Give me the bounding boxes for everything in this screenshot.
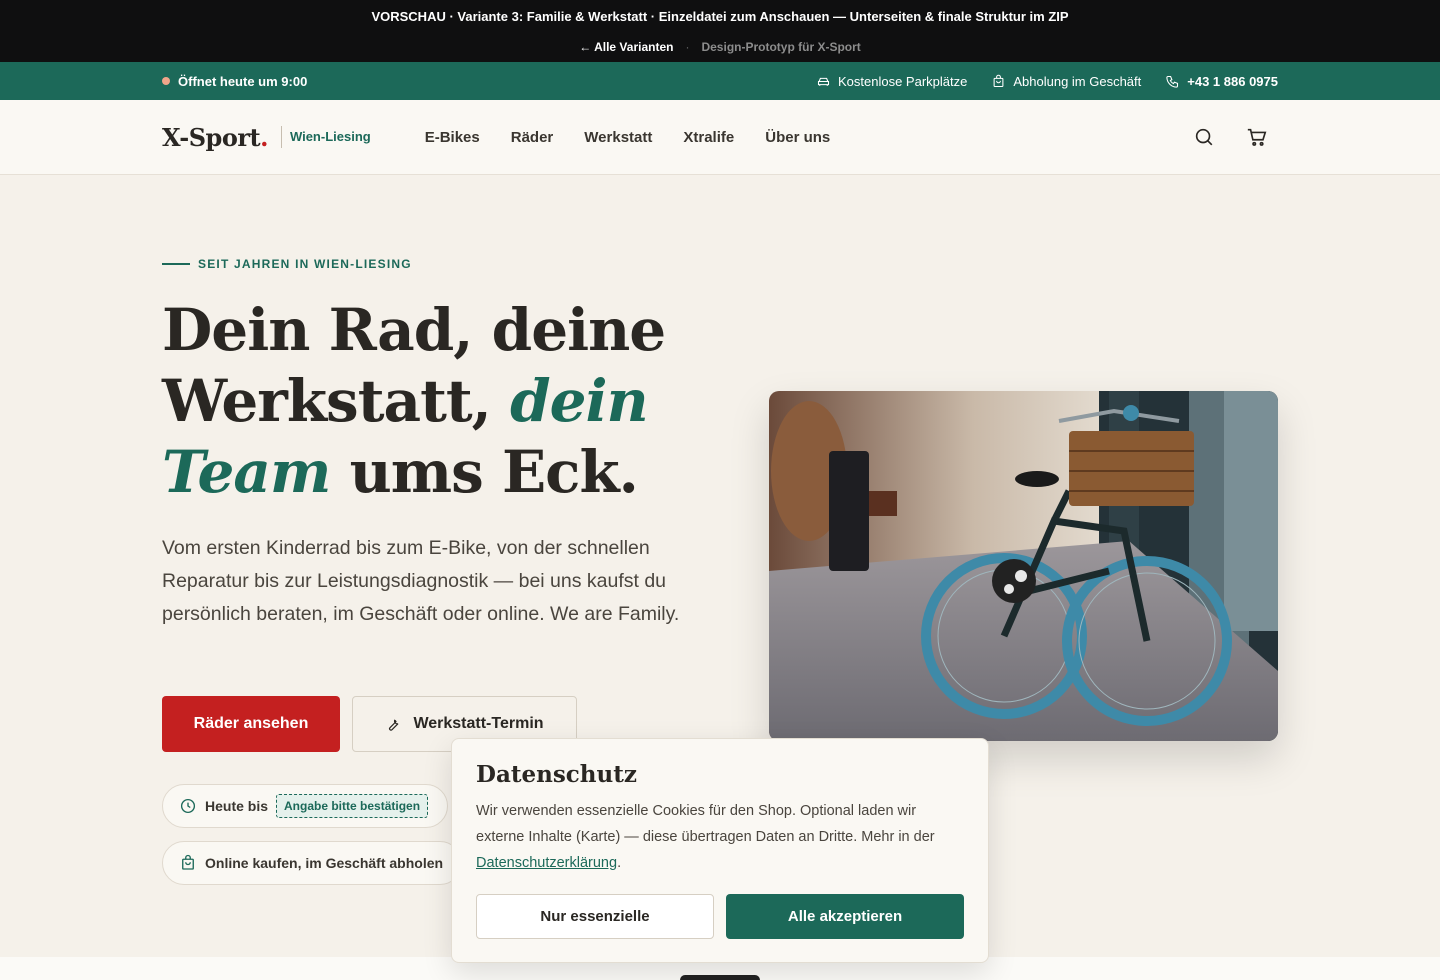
logo[interactable]: X-Sport. [162, 123, 268, 152]
phone-icon [1166, 75, 1179, 88]
pickup-info: Abholung im Geschäft [991, 74, 1141, 89]
preview-subbar: ← Alle Varianten · Design-Prototyp für X-S… [0, 34, 1440, 62]
nav-item-ebikes[interactable]: E-Bikes [425, 129, 480, 146]
opening-status: Öffnet heute um 9:00 [162, 74, 307, 89]
car-icon [817, 77, 830, 86]
cookie-banner: Datenschutz Wir verwenden essenzielle Co… [451, 738, 989, 963]
bicycle-image [769, 391, 1278, 741]
location-label: Wien-Liesing [280, 126, 371, 148]
logo-dot: . [260, 122, 268, 152]
nav-item-raeder[interactable]: Räder [511, 129, 554, 146]
pickup-pill-label: Online kaufen, im Geschäft abholen [205, 855, 444, 871]
nav-icons [1193, 126, 1268, 148]
cookie-text: Wir verwenden essenzielle Cookies für de… [476, 798, 946, 876]
nav-item-ueber-uns[interactable]: Über uns [765, 129, 830, 146]
hours-badge: Angabe bitte bestätigen [276, 794, 429, 818]
info-links: Kostenlose Parkplätze Abholung im Geschä… [816, 74, 1278, 89]
all-variants-link[interactable]: ← Alle Varianten [579, 40, 673, 54]
accept-all-button[interactable]: Alle akzeptieren [726, 894, 964, 939]
search-icon[interactable] [1193, 126, 1215, 148]
pickup-pill: Online kaufen, im Geschäft abholen [162, 841, 462, 885]
hours-label: Heute bis [205, 798, 269, 814]
hero-lead: Vom ersten Kinderrad bis zum E-Bike, von… [162, 537, 680, 625]
cookie-title: Datenschutz [476, 761, 637, 788]
workshop-button-label: Werkstatt-Termin [413, 715, 544, 732]
preview-bar: VORSCHAU · Variante 3: Familie & Werksta… [0, 0, 1440, 62]
status-dot-icon [162, 77, 170, 85]
preview-title: VORSCHAU · Variante 3: Familie & Werksta… [371, 9, 1069, 24]
bag-icon [993, 74, 1004, 87]
parking-info: Kostenlose Parkplätze [816, 74, 967, 89]
pickup-text: Abholung im Geschäft [1013, 73, 1142, 89]
main-navigation: X-Sport. Wien-Liesing E-Bikes Räder Werk… [0, 100, 1440, 175]
view-bikes-button[interactable]: Räder ansehen [162, 696, 340, 752]
hero-bicycle-photo [769, 391, 1278, 741]
bag-icon [182, 854, 194, 870]
privacy-policy-link[interactable]: Datenschutzerklärung [476, 855, 617, 871]
eyebrow-text: SEIT JAHREN IN WIEN-LIESING [198, 257, 412, 271]
wrench-icon [389, 719, 399, 731]
prototype-label: Design-Prototyp für X-Sport [701, 40, 861, 54]
clock-icon [180, 798, 196, 814]
opening-text: Öffnet heute um 9:00 [178, 73, 308, 89]
phone-link[interactable]: +43 1 886 0975 [1165, 74, 1278, 89]
preview-separator: · [685, 40, 690, 54]
phone-number: +43 1 886 0975 [1187, 73, 1278, 89]
cookie-body: Wir verwenden essenzielle Cookies für de… [476, 803, 935, 845]
parking-text: Kostenlose Parkplätze [838, 73, 968, 89]
nav-item-werkstatt[interactable]: Werkstatt [584, 129, 652, 146]
hours-pill: Heute bis Angabe bitte bestätigen [162, 784, 448, 828]
essential-only-button[interactable]: Nur essenzielle [476, 894, 714, 939]
eyebrow-line [162, 263, 190, 265]
hero-headline: Dein Rad, deine Werkstatt, dein Team ums… [162, 295, 722, 508]
cookie-buttons: Nur essenzielle Alle akzeptieren [476, 894, 964, 939]
nav-menu: E-Bikes Räder Werkstatt Xtralife Über un… [425, 129, 831, 146]
floating-handle [680, 975, 760, 980]
cookie-text-end: . [617, 855, 622, 871]
hero-eyebrow: SEIT JAHREN IN WIEN-LIESING [162, 257, 412, 271]
nav-item-xtralife[interactable]: Xtralife [683, 129, 734, 146]
info-bar: Öffnet heute um 9:00 Kostenlose Parkplät… [0, 62, 1440, 100]
logo-text: X-Sport [162, 122, 261, 152]
headline-part2: ums Eck. [349, 438, 639, 506]
cart-icon[interactable] [1246, 126, 1268, 148]
